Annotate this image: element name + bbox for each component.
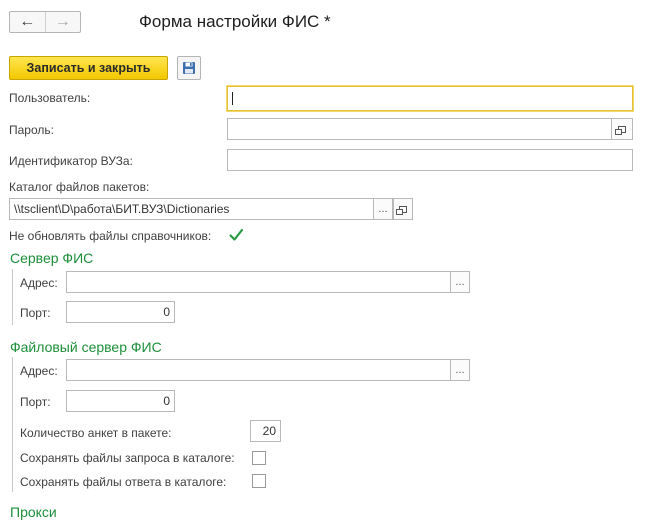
save-responses-checkbox[interactable] xyxy=(252,474,266,488)
user-input[interactable] xyxy=(227,86,633,111)
batch-count-value: 20 xyxy=(262,424,276,438)
fis-server-address-label: Адрес: xyxy=(20,276,58,290)
user-label: Пользователь: xyxy=(9,91,91,105)
fis-file-server-port-value: 0 xyxy=(163,394,170,408)
fis-server-address-select-button[interactable]: ... xyxy=(450,271,470,293)
fis-file-server-port-label: Порт: xyxy=(20,395,51,409)
fis-server-port-label: Порт: xyxy=(20,306,51,320)
password-label: Пароль: xyxy=(9,123,54,137)
university-id-label: Идентификатор ВУЗа: xyxy=(9,154,133,168)
forward-arrow-icon[interactable]: → xyxy=(46,12,81,32)
fis-server-section-title: Сервер ФИС xyxy=(10,250,94,266)
packages-dir-open-button[interactable] xyxy=(393,198,413,220)
fis-file-server-address-input[interactable] xyxy=(66,359,451,381)
save-requests-checkbox[interactable] xyxy=(252,451,266,465)
save-button[interactable] xyxy=(177,56,201,80)
packages-dir-input[interactable]: \\tsclient\D\работа\БИТ.ВУЗ\Dictionaries xyxy=(9,198,374,220)
fis-file-server-section-title: Файловый сервер ФИС xyxy=(10,339,162,355)
fis-server-port-input[interactable]: 0 xyxy=(66,301,175,323)
save-responses-label: Сохранять файлы ответа в каталоге: xyxy=(20,475,227,489)
navigation-buttons: ← → xyxy=(9,11,81,33)
open-window-icon xyxy=(614,125,626,135)
packages-dir-select-button[interactable]: ... xyxy=(373,198,393,220)
packages-dir-label: Каталог файлов пакетов: xyxy=(9,180,150,194)
fis-file-server-group-line xyxy=(12,357,13,492)
password-input[interactable] xyxy=(227,118,633,140)
no-update-dicts-checkbox[interactable] xyxy=(228,227,244,243)
save-requests-label: Сохранять файлы запроса в каталоге: xyxy=(20,451,235,465)
fis-server-address-input[interactable] xyxy=(66,271,451,293)
text-caret xyxy=(232,92,233,105)
page-title: Форма настройки ФИС * xyxy=(139,12,331,31)
fis-server-group-line xyxy=(12,269,13,325)
university-id-input[interactable] xyxy=(227,149,633,171)
open-window-icon xyxy=(396,205,407,215)
packages-dir-value: \\tsclient\D\работа\БИТ.ВУЗ\Dictionaries xyxy=(14,202,230,216)
checkmark-icon xyxy=(229,228,244,241)
proxy-section-title: Прокси xyxy=(10,504,57,520)
batch-count-input[interactable]: 20 xyxy=(250,420,281,442)
fis-file-server-address-label: Адрес: xyxy=(20,364,58,378)
batch-count-label: Количество анкет в пакете: xyxy=(20,426,172,440)
fis-server-port-value: 0 xyxy=(163,305,170,319)
save-and-close-button[interactable]: Записать и закрыть xyxy=(9,56,168,80)
password-open-button[interactable] xyxy=(611,119,631,139)
back-arrow-icon[interactable]: ← xyxy=(10,12,46,32)
no-update-dicts-label: Не обновлять файлы справочников: xyxy=(9,229,212,243)
fis-file-server-port-input[interactable]: 0 xyxy=(66,390,175,412)
floppy-disk-icon xyxy=(183,62,195,74)
fis-file-server-address-select-button[interactable]: ... xyxy=(450,359,470,381)
